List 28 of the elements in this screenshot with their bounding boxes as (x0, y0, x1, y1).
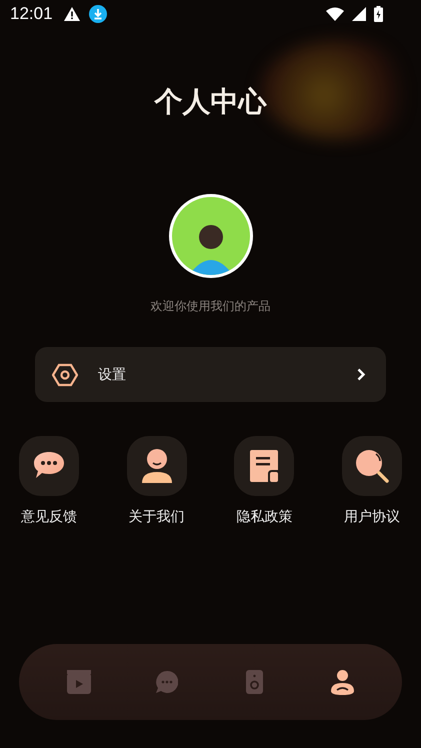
status-time: 12:01 (10, 4, 53, 24)
speech-bubble-icon (33, 451, 65, 481)
download-icon (88, 5, 107, 23)
signal-icon (352, 7, 366, 21)
person-icon (330, 670, 354, 694)
feedback-button[interactable] (19, 436, 79, 496)
welcome-text: 欢迎你使用我们的产品 (150, 298, 270, 315)
speaker-icon (246, 670, 263, 694)
shortcut-label: 隐私政策 (236, 508, 292, 526)
settings-row[interactable]: 设置 (35, 347, 386, 402)
video-icon (66, 670, 91, 694)
about-button[interactable] (126, 436, 187, 496)
chat-icon (156, 671, 178, 693)
chevron-right-icon (357, 368, 366, 381)
shortcut-label: 用户协议 (344, 508, 400, 526)
page-title: 个人中心 (154, 84, 266, 120)
warning-icon (62, 6, 81, 22)
document-icon (250, 450, 278, 482)
search-icon (354, 449, 389, 483)
settings-icon (52, 362, 78, 386)
person-icon (142, 449, 172, 483)
shortcut-label: 关于我们 (128, 508, 185, 526)
shortcut-label: 意见反馈 (21, 508, 77, 526)
settings-label: 设置 (98, 366, 127, 384)
privacy-button[interactable] (234, 436, 294, 496)
wifi-icon (326, 7, 344, 21)
agreement-button[interactable] (342, 436, 402, 496)
battery-icon (374, 6, 383, 22)
